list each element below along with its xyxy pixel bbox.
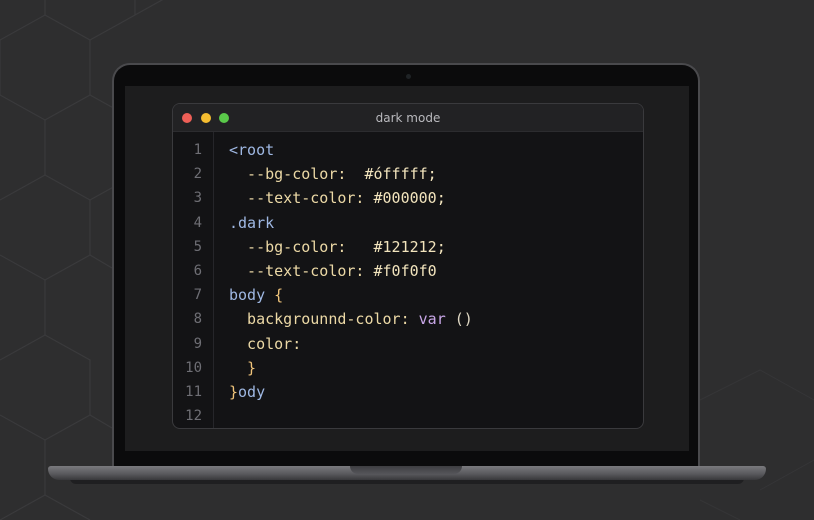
code-token-property: --bg-color:: [229, 237, 347, 256]
code-token-value: fffff;: [382, 165, 437, 184]
code-line: --bg-color: #ófffff;: [229, 165, 437, 183]
code-line: }ody: [229, 383, 265, 401]
code-token-value: #: [346, 165, 374, 184]
line-number: 7: [193, 287, 202, 304]
code-line: body {: [229, 286, 283, 304]
window-titlebar: dark mode: [173, 104, 643, 132]
code-line: --bg-color: #121212;: [229, 238, 446, 256]
code-token-property: --bg-color:: [229, 165, 347, 184]
line-number: 9: [193, 335, 202, 352]
code-token-punctuation: (): [445, 310, 473, 329]
code-token-selector: <root: [229, 141, 275, 159]
code-editor-window: dark mode 1 2 3 4 5 6 7 8 9 10 11 12 <root --bg-col…: [172, 103, 644, 429]
line-number: 2: [193, 166, 202, 183]
code-token-value: ó: [373, 165, 383, 184]
webcam: [406, 74, 411, 79]
code-token-selector: ody: [238, 383, 266, 401]
code-token-property: color:: [229, 334, 302, 353]
code-token-brace: }: [229, 358, 257, 377]
code-line: --text-color: #f0f0f0: [229, 262, 437, 280]
line-number: 6: [193, 263, 202, 279]
code-line: --text-color: #000000;: [229, 189, 446, 207]
line-number: 1: [193, 142, 202, 158]
code-token-value: #000000;: [364, 189, 446, 208]
code-token-brace: }: [229, 383, 239, 401]
code-line: color:: [229, 335, 301, 353]
line-number: 8: [193, 311, 202, 328]
code-line: <root: [229, 141, 274, 159]
code-line: }: [229, 359, 256, 377]
code-token-selector: .dark: [229, 213, 275, 232]
code-token-property: backgrounnd-color:: [229, 310, 410, 329]
laptop-opening-notch: [350, 466, 462, 474]
code-line: .dark: [229, 214, 274, 232]
line-number-gutter: 1 2 3 4 5 6 7 8 9 10 11 12: [173, 132, 214, 428]
line-number: 11: [185, 384, 202, 400]
line-number: 4: [193, 214, 202, 231]
code-token-value: #f0f0f0: [364, 262, 437, 280]
code-token-value: #121212;: [346, 237, 446, 256]
line-number: 10: [185, 359, 202, 376]
code-token-selector: body: [229, 286, 266, 305]
code-line: backgrounnd-color: var (): [229, 310, 473, 328]
window-title: dark mode: [375, 111, 441, 125]
code-token-property: --text-color:: [229, 262, 365, 280]
line-number: 5: [193, 238, 202, 255]
line-number: 3: [193, 190, 202, 207]
code-token-property: --text-color:: [229, 189, 365, 208]
code-token-brace: {: [265, 286, 284, 305]
line-number: 12: [185, 408, 202, 425]
code-token-function: var: [409, 310, 446, 329]
